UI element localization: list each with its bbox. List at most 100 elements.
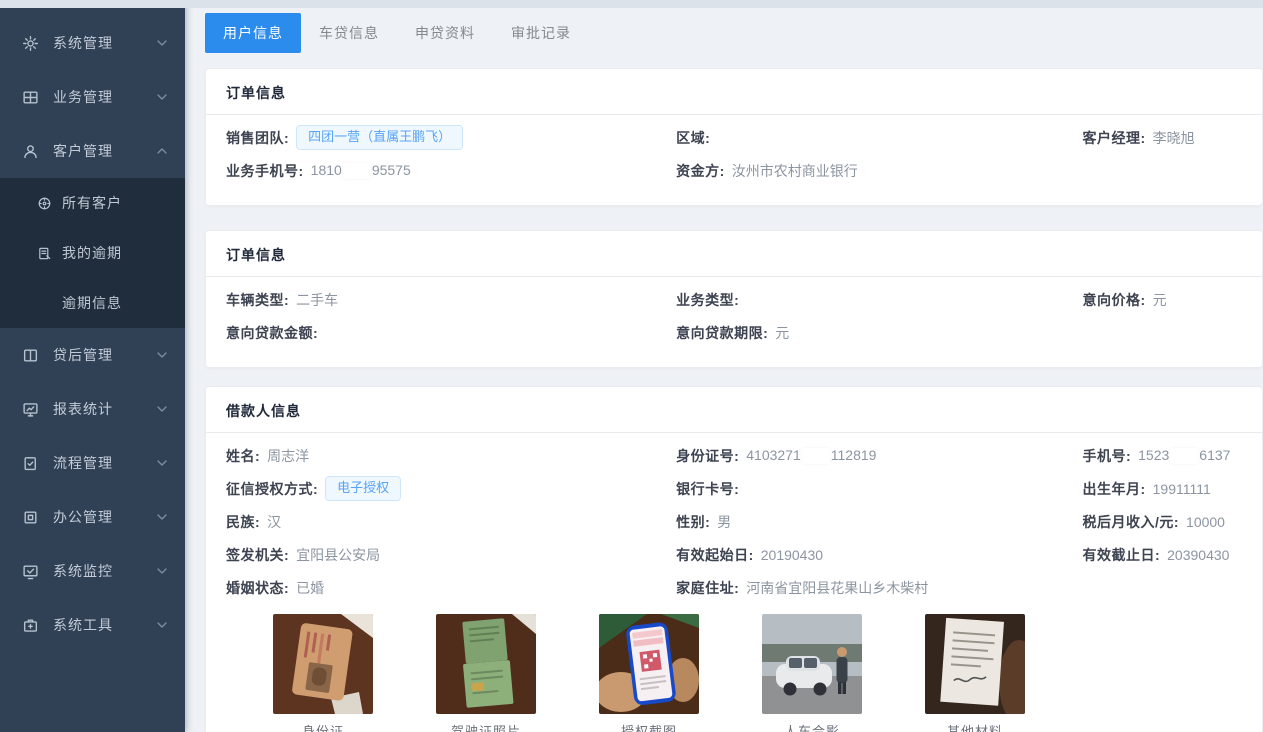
sidebar-item-system-tools[interactable]: 系统工具 <box>0 598 185 652</box>
sidebar-item-post-loan-management[interactable]: 贷后管理 <box>0 328 185 382</box>
attachment-auth-screenshot[interactable]: 授权截图 <box>599 614 699 732</box>
field-sales-team: 销售团队: 四团一营（直属王鹏飞） <box>226 121 676 154</box>
document-photo[interactable] <box>925 614 1025 714</box>
chevron-up-icon <box>157 148 167 154</box>
sidebar-item-label: 报表统计 <box>53 399 113 419</box>
card-body: 车辆类型: 二手车 业务类型: 意向价格: 元 意向贷款金额: <box>206 277 1262 367</box>
sidebar-item-overdue-info[interactable]: 逾期信息 <box>0 278 185 328</box>
field-value: 元 <box>775 323 789 343</box>
tab-loan-application-docs[interactable]: 申贷资料 <box>397 13 493 53</box>
field-label: 有效起始日: <box>676 545 754 565</box>
attachment-caption: 其他材料 <box>925 721 1025 732</box>
sales-team-tag: 四团一营（直属王鹏飞） <box>296 125 463 150</box>
sidebar-item-label: 系统监控 <box>53 561 113 581</box>
field-value: 元 <box>1153 290 1167 310</box>
field-funder: 资金方: 汝州市农村商业银行 <box>676 154 1082 187</box>
field-value: 河南省宜阳县花果山乡木柴村 <box>746 578 928 598</box>
field-label: 民族: <box>226 512 260 532</box>
attachment-person-car[interactable]: 人车合影 <box>762 614 862 732</box>
field-value: 4103271112819 <box>746 447 876 464</box>
field-name: 姓名: 周志洋 <box>226 439 676 472</box>
sidebar-item-business-management[interactable]: 业务管理 <box>0 70 185 124</box>
grid-icon <box>22 89 39 106</box>
split-book-icon <box>22 347 39 364</box>
redaction-overlay <box>802 448 830 464</box>
field-label: 资金方: <box>676 161 725 181</box>
sidebar-item-customer-management[interactable]: 客户管理 <box>0 124 185 178</box>
sidebar-item-label: 系统工具 <box>53 615 113 635</box>
tab-car-loan-info[interactable]: 车贷信息 <box>301 13 397 53</box>
chevron-down-icon <box>157 94 167 100</box>
clipboard-icon <box>22 455 39 472</box>
field-id-number: 身份证号: 4103271112819 <box>676 439 1082 472</box>
field-label: 销售团队: <box>226 128 289 148</box>
field-label: 身份证号: <box>676 446 739 466</box>
sidebar-item-label: 逾期信息 <box>62 293 122 313</box>
sidebar-item-system-management[interactable]: 系统管理 <box>0 16 185 70</box>
sidebar-item-label: 我的逾期 <box>62 243 122 263</box>
field-value: 已婚 <box>296 578 324 598</box>
field-value: 宜阳县公安局 <box>296 545 380 565</box>
attachment-id-card[interactable]: 身份证 <box>273 614 373 732</box>
field-value: 20390430 <box>1167 547 1229 563</box>
field-value: 汝州市农村商业银行 <box>732 161 858 181</box>
field-label: 客户经理: <box>1082 128 1145 148</box>
person-car-photo[interactable] <box>762 614 862 714</box>
id-card-photo[interactable] <box>273 614 373 714</box>
field-empty <box>1082 154 1242 187</box>
field-label: 签发机关: <box>226 545 289 565</box>
detail-tabs: 用户信息 车贷信息 申贷资料 审批记录 <box>205 13 1263 53</box>
card-title: 借款人信息 <box>206 387 1262 433</box>
sidebar-item-label: 系统管理 <box>53 33 113 53</box>
sidebar-item-label: 流程管理 <box>53 453 113 473</box>
tab-approval-records[interactable]: 审批记录 <box>493 13 589 53</box>
field-label: 有效截止日: <box>1082 545 1160 565</box>
field-credit-auth-method: 征信授权方式: 电子授权 <box>226 472 676 505</box>
field-intent-loan-term: 意向贷款期限: 元 <box>676 316 1082 349</box>
field-label: 姓名: <box>226 446 260 466</box>
field-birth-date: 出生年月: 19911111 <box>1082 472 1242 505</box>
order-info-card-1: 订单信息 销售团队: 四团一营（直属王鹏飞） 区域: 客户经理: 李晓旭 <box>205 68 1263 206</box>
field-label: 业务手机号: <box>226 161 304 181</box>
monitor-check-icon <box>22 563 39 580</box>
card-body: 销售团队: 四团一营（直属王鹏飞） 区域: 客户经理: 李晓旭 业务手机号: <box>206 115 1262 205</box>
green-booklet-photo[interactable] <box>436 614 536 714</box>
field-label: 区域: <box>676 128 710 148</box>
field-label: 性别: <box>676 512 710 532</box>
notebook-icon <box>36 245 52 261</box>
field-value: 李晓旭 <box>1153 128 1195 148</box>
field-intent-loan-amount: 意向贷款金额: <box>226 316 676 349</box>
sidebar-item-report-statistics[interactable]: 报表统计 <box>0 382 185 436</box>
phone-qr-photo[interactable] <box>599 614 699 714</box>
credit-auth-tag: 电子授权 <box>325 476 401 501</box>
attachment-caption: 人车合影 <box>762 721 862 732</box>
field-value: 二手车 <box>296 290 338 310</box>
field-monthly-income: 税后月收入/元: 10000 <box>1082 505 1242 538</box>
field-empty <box>1082 571 1242 604</box>
field-label: 出生年月: <box>1082 479 1145 499</box>
sidebar-item-office-management[interactable]: 办公管理 <box>0 490 185 544</box>
card-title: 订单信息 <box>206 231 1262 277</box>
field-customer-manager: 客户经理: 李晓旭 <box>1082 121 1242 154</box>
sidebar-item-label: 客户管理 <box>53 141 113 161</box>
attachment-other-document[interactable]: 其他材料 <box>925 614 1025 732</box>
sidebar-item-all-customers[interactable]: 所有客户 <box>0 178 185 228</box>
field-value: 周志洋 <box>267 446 309 466</box>
chevron-down-icon <box>157 406 167 412</box>
monitor-chart-icon <box>22 401 39 418</box>
field-business-phone: 业务手机号: 181095575 <box>226 154 676 187</box>
sidebar-item-my-overdue[interactable]: 我的逾期 <box>0 228 185 278</box>
field-valid-to: 有效截止日: 20390430 <box>1082 538 1242 571</box>
field-intent-price: 意向价格: 元 <box>1082 283 1242 316</box>
field-value: 19911111 <box>1153 481 1211 497</box>
tab-user-info[interactable]: 用户信息 <box>205 13 301 53</box>
field-empty <box>1082 316 1242 349</box>
sidebar-item-process-management[interactable]: 流程管理 <box>0 436 185 490</box>
sidebar-item-label: 办公管理 <box>53 507 113 527</box>
chevron-down-icon <box>157 514 167 520</box>
customers-icon <box>36 195 52 211</box>
field-value: 10000 <box>1186 514 1225 530</box>
attachments-row: 身份证 <box>226 604 1242 732</box>
attachment-driver-license[interactable]: 驾驶证照片 <box>436 614 536 732</box>
sidebar-item-system-monitor[interactable]: 系统监控 <box>0 544 185 598</box>
